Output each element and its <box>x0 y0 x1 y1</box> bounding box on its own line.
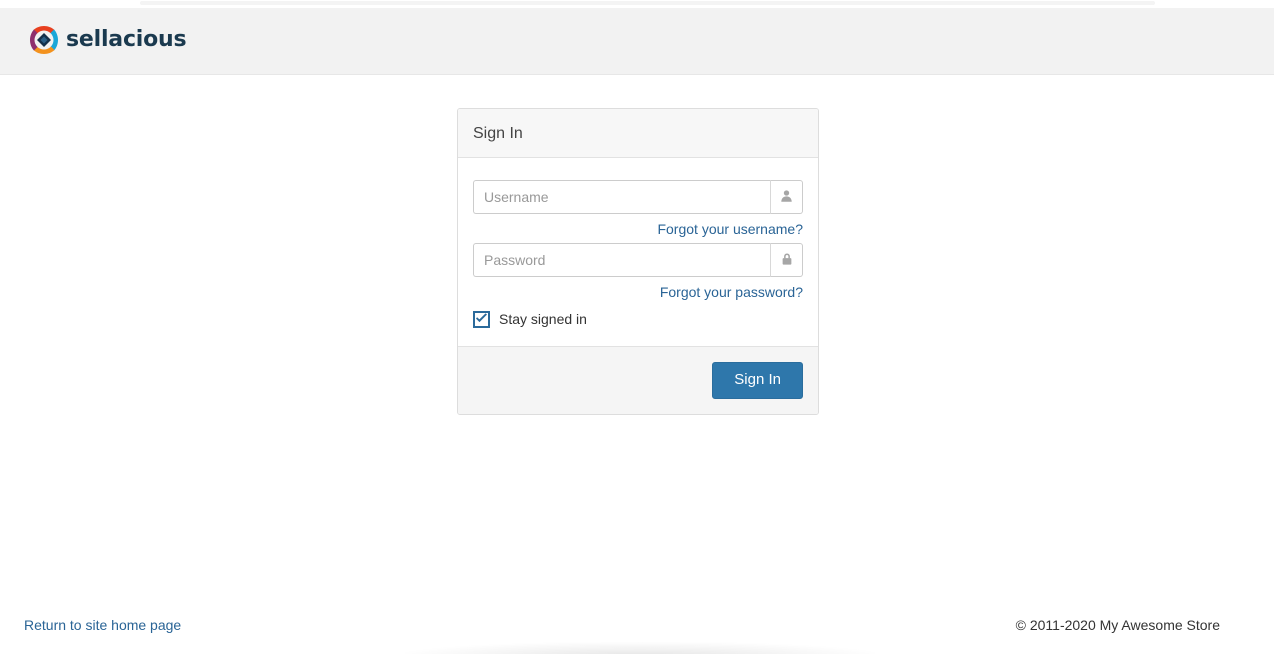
horizontal-scrollbar-track[interactable] <box>140 1 1155 5</box>
password-input[interactable] <box>473 243 770 278</box>
forgot-password-row: Forgot your password? <box>473 283 803 301</box>
login-card-footer: Sign In <box>458 345 818 414</box>
username-addon <box>770 180 803 215</box>
user-icon <box>780 189 793 206</box>
checkmark-icon <box>475 311 488 327</box>
login-card-title: Sign In <box>473 125 523 142</box>
sign-in-button[interactable]: Sign In <box>712 361 803 399</box>
forgot-username-link[interactable]: Forgot your username? <box>657 221 803 237</box>
brand-logo-link[interactable]: sellacious <box>29 25 187 55</box>
password-addon <box>770 243 803 278</box>
forgot-username-row: Forgot your username? <box>473 220 803 238</box>
sellacious-diamond-logo-icon <box>29 25 59 55</box>
brand-name-text: sellacious <box>66 27 187 52</box>
lock-icon <box>781 252 793 269</box>
username-input-group <box>473 180 803 215</box>
copyright-text: © 2011-2020 My Awesome Store <box>1015 617 1220 633</box>
login-card-body: Forgot your username? Forgot your passwo… <box>458 158 818 345</box>
forgot-password-link[interactable]: Forgot your password? <box>660 284 803 300</box>
site-header: sellacious <box>0 8 1274 75</box>
login-card: Sign In Forgot your username? <box>457 108 819 415</box>
login-card-header: Sign In <box>458 109 818 159</box>
stay-signed-in-label[interactable]: Stay signed in <box>499 311 587 327</box>
footer-left: Return to site home page <box>24 617 181 633</box>
bottom-scrollbar-shadow <box>405 642 875 654</box>
password-input-group <box>473 243 803 278</box>
username-input[interactable] <box>473 180 770 215</box>
top-scrollbar-strip <box>0 0 1274 8</box>
page-footer: Return to site home page © 2011-2020 My … <box>0 617 1274 637</box>
stay-signed-in-row: Stay signed in <box>473 310 803 328</box>
return-home-link[interactable]: Return to site home page <box>24 617 181 633</box>
stay-signed-in-checkbox[interactable] <box>473 310 490 328</box>
